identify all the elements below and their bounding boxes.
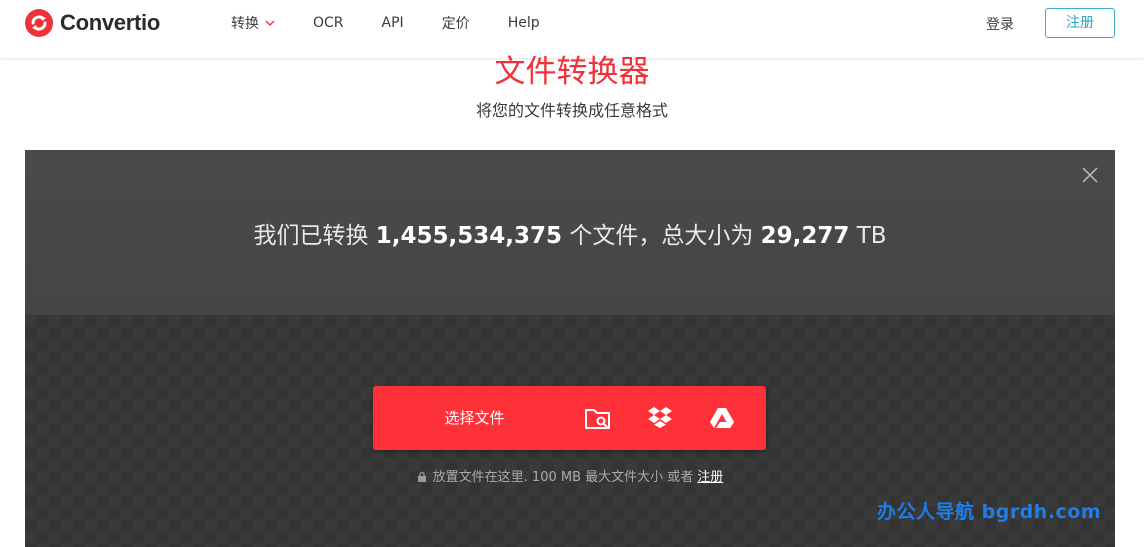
nav-item-ocr[interactable]: OCR bbox=[313, 15, 344, 31]
signup-button[interactable]: 注册 bbox=[1045, 8, 1115, 38]
upload-panel: 我们已转换 1,455,534,375 个文件，总大小为 29,277 TB 选… bbox=[25, 150, 1115, 547]
page-subtitle: 将您的文件转换成任意格式 bbox=[475, 101, 668, 120]
nav-item-label: API bbox=[381, 15, 404, 31]
google-drive-icon[interactable] bbox=[708, 405, 736, 431]
drop-hint: 放置文件在这里. 100 MB 最大文件大小 或者 注册 bbox=[25, 466, 1115, 485]
size-unit: TB bbox=[856, 223, 887, 249]
login-link[interactable]: 登录 bbox=[986, 14, 1014, 34]
nav-item-pricing[interactable]: 定价 bbox=[442, 13, 470, 33]
lock-icon bbox=[417, 471, 426, 482]
signup-link[interactable]: 注册 bbox=[697, 470, 723, 485]
folder-search-icon[interactable] bbox=[584, 405, 612, 431]
files-count: 1,455,534,375 bbox=[375, 223, 563, 249]
conversion-stats: 我们已转换 1,455,534,375 个文件，总大小为 29,277 TB bbox=[25, 216, 1115, 250]
nav-item-help[interactable]: Help bbox=[508, 15, 540, 31]
nav-item-label: Help bbox=[507, 15, 540, 31]
dropbox-icon[interactable] bbox=[646, 405, 674, 431]
drop-hint-text: 放置文件在这里. 100 MB 最大文件大小 或者 bbox=[432, 470, 694, 485]
close-icon[interactable] bbox=[1081, 166, 1099, 184]
main-nav: 转换 OCR API 定价 Help bbox=[231, 0, 578, 46]
stats-middle: 个文件，总大小为 bbox=[569, 223, 754, 249]
nav-item-convert[interactable]: 转换 bbox=[231, 13, 275, 33]
brand-name: Convertio bbox=[60, 10, 160, 35]
page-title: 文件转换器 bbox=[494, 54, 650, 90]
upload-bar: 选择文件 bbox=[373, 386, 766, 450]
nav-item-label: 转换 bbox=[231, 16, 259, 32]
watermark: 办公人导航 bgrdh.com bbox=[877, 501, 1102, 523]
stats-prefix: 我们已转换 bbox=[253, 223, 369, 249]
nav-item-label: OCR bbox=[313, 15, 344, 31]
chevron-down-icon bbox=[265, 20, 275, 26]
convertio-logo[interactable]: Convertio bbox=[24, 8, 160, 38]
nav-item-label: 定价 bbox=[441, 16, 470, 32]
nav-item-api[interactable]: API bbox=[382, 15, 404, 31]
convertio-logo-icon bbox=[25, 9, 53, 37]
total-size: 29,277 bbox=[760, 223, 850, 249]
top-navbar: Convertio 转换 OCR API 定价 Help 登录 注册 bbox=[0, 0, 1144, 59]
choose-files-button[interactable]: 选择文件 bbox=[407, 386, 542, 450]
